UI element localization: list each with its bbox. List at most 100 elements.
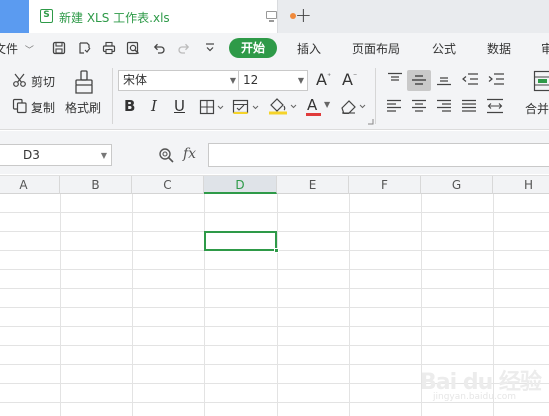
align-right-icon[interactable] (436, 99, 452, 113)
copy-icon[interactable] (12, 98, 28, 114)
merge-cells-icon[interactable] (533, 70, 549, 92)
font-color-bar (306, 113, 321, 116)
grid-row-line (0, 326, 549, 327)
font-color-letter: A (307, 96, 318, 114)
insert-function-button[interactable]: fx (183, 146, 196, 162)
tab-start[interactable]: 开始 (229, 38, 277, 58)
tab-formula[interactable]: 公式 (432, 40, 456, 57)
tab-page-layout[interactable]: 页面布局 (352, 40, 400, 57)
cut-button[interactable]: 剪切 (31, 73, 55, 90)
cell-style-icon[interactable] (232, 99, 260, 115)
home-tab[interactable] (0, 0, 29, 33)
quick-access-dropdown-icon[interactable] (203, 41, 217, 55)
format-painter-icon[interactable] (72, 69, 96, 95)
active-cell-d3[interactable] (204, 231, 277, 251)
ribbon-separator (112, 68, 113, 124)
align-center-icon[interactable] (411, 99, 427, 113)
grid-row-line (0, 212, 549, 213)
monitor-icon[interactable] (266, 11, 277, 22)
font-color-button[interactable]: A ▼ (305, 96, 333, 116)
chevron-down-icon: ﹀ (24, 46, 34, 56)
increase-font-size-button[interactable]: A⁺ (316, 70, 331, 89)
arrow-up-icon: ⁺ (326, 71, 332, 81)
grid-row-line (0, 345, 549, 346)
grid-row-line (0, 307, 549, 308)
arrow-down-icon: ⁻ (352, 71, 358, 81)
align-top-icon[interactable] (387, 72, 403, 86)
decrease-font-size-button[interactable]: A⁻ (342, 70, 357, 89)
grid-row-line (0, 288, 549, 289)
ribbon-separator (375, 68, 376, 124)
column-header-b[interactable]: B (60, 176, 132, 194)
grid-row-line (0, 402, 549, 403)
font-name-value: 宋体 (123, 73, 148, 87)
grid-col-line (132, 194, 133, 416)
column-header-e[interactable]: E (277, 176, 349, 194)
name-box-value: D3 (23, 148, 40, 162)
print-preview-icon[interactable] (126, 41, 140, 55)
column-header-c[interactable]: C (132, 176, 204, 194)
underline-button[interactable]: U (174, 97, 185, 115)
grid-col-line (60, 194, 61, 416)
eraser-icon[interactable] (340, 98, 368, 114)
column-header-f[interactable]: F (349, 176, 421, 194)
grid-col-line (349, 194, 350, 416)
italic-button[interactable]: I (151, 97, 157, 115)
font-name-select[interactable]: 宋体 ▼ (118, 70, 240, 91)
fill-color-icon[interactable] (268, 97, 298, 115)
column-header-d[interactable]: D (204, 176, 277, 194)
fill-handle[interactable] (274, 248, 279, 253)
file-menu-label: 文件 (0, 42, 19, 56)
watermark-url: jingyan.baidu.com (433, 392, 517, 402)
border-icon[interactable] (199, 99, 225, 115)
print-icon[interactable] (102, 41, 116, 55)
align-middle-button[interactable] (407, 70, 431, 91)
distributed-align-icon[interactable] (486, 98, 504, 114)
new-tab-button[interactable]: + (295, 3, 312, 27)
column-headers: A B C D E F G H (0, 175, 549, 194)
column-header-h[interactable]: H (493, 176, 549, 194)
undo-icon[interactable] (152, 41, 166, 55)
shrink-font-letter: A (342, 70, 353, 89)
file-tab-title: 新建 XLS 工作表.xls (59, 11, 170, 25)
grid-col-line (204, 194, 205, 416)
align-bottom-icon[interactable] (436, 72, 452, 86)
font-size-value: 12 (243, 73, 259, 87)
font-size-select[interactable]: 12 ▼ (238, 70, 308, 91)
format-painter-button[interactable]: 格式刷 (65, 99, 101, 116)
name-box[interactable]: D3 ▼ (0, 144, 112, 166)
align-middle-icon (412, 75, 426, 85)
redo-icon[interactable] (177, 41, 191, 55)
column-header-g[interactable]: G (421, 176, 493, 194)
tab-review[interactable]: 审 (541, 40, 549, 57)
align-left-icon[interactable] (386, 99, 402, 113)
menu-bar: 文件 ﹀ 开始 插入 页面布局 公式 数据 审 (0, 33, 549, 62)
spreadsheet-file-icon: S (40, 9, 53, 23)
justify-icon[interactable] (461, 99, 477, 113)
formula-input[interactable] (208, 143, 549, 167)
grow-font-letter: A (316, 70, 327, 89)
chevron-down-icon: ▼ (297, 76, 304, 85)
save-icon[interactable] (52, 41, 66, 55)
file-menu[interactable]: 文件 ﹀ (0, 40, 34, 57)
zoom-lookup-icon[interactable] (158, 147, 176, 163)
increase-indent-icon[interactable] (487, 72, 505, 86)
chevron-down-icon: ▼ (229, 76, 236, 85)
copy-button[interactable]: 复制 (31, 99, 55, 116)
column-header-a[interactable]: A (0, 176, 60, 194)
grid-col-line (277, 194, 278, 416)
scissors-icon[interactable] (12, 72, 28, 88)
merge-center-button[interactable]: 合并 (525, 100, 549, 117)
font-dialog-launcher-icon[interactable] (367, 118, 374, 125)
grid-row-line (0, 269, 549, 270)
chevron-down-icon: ▼ (100, 151, 107, 160)
ribbon-toolbar: 剪切 复制 格式刷 宋体 ▼ 12 ▼ A⁺ A⁻ B I U A ▼ 合并 (0, 62, 549, 130)
export-pdf-icon[interactable] (77, 41, 91, 55)
tab-insert[interactable]: 插入 (297, 40, 321, 57)
chevron-down-icon: ▼ (324, 100, 331, 109)
file-tab[interactable]: S 新建 XLS 工作表.xls (29, 0, 296, 33)
tab-data[interactable]: 数据 (487, 40, 511, 57)
bold-button[interactable]: B (124, 97, 135, 115)
decrease-indent-icon[interactable] (461, 72, 479, 86)
tab-bar: S 新建 XLS 工作表.xls + (0, 0, 549, 33)
